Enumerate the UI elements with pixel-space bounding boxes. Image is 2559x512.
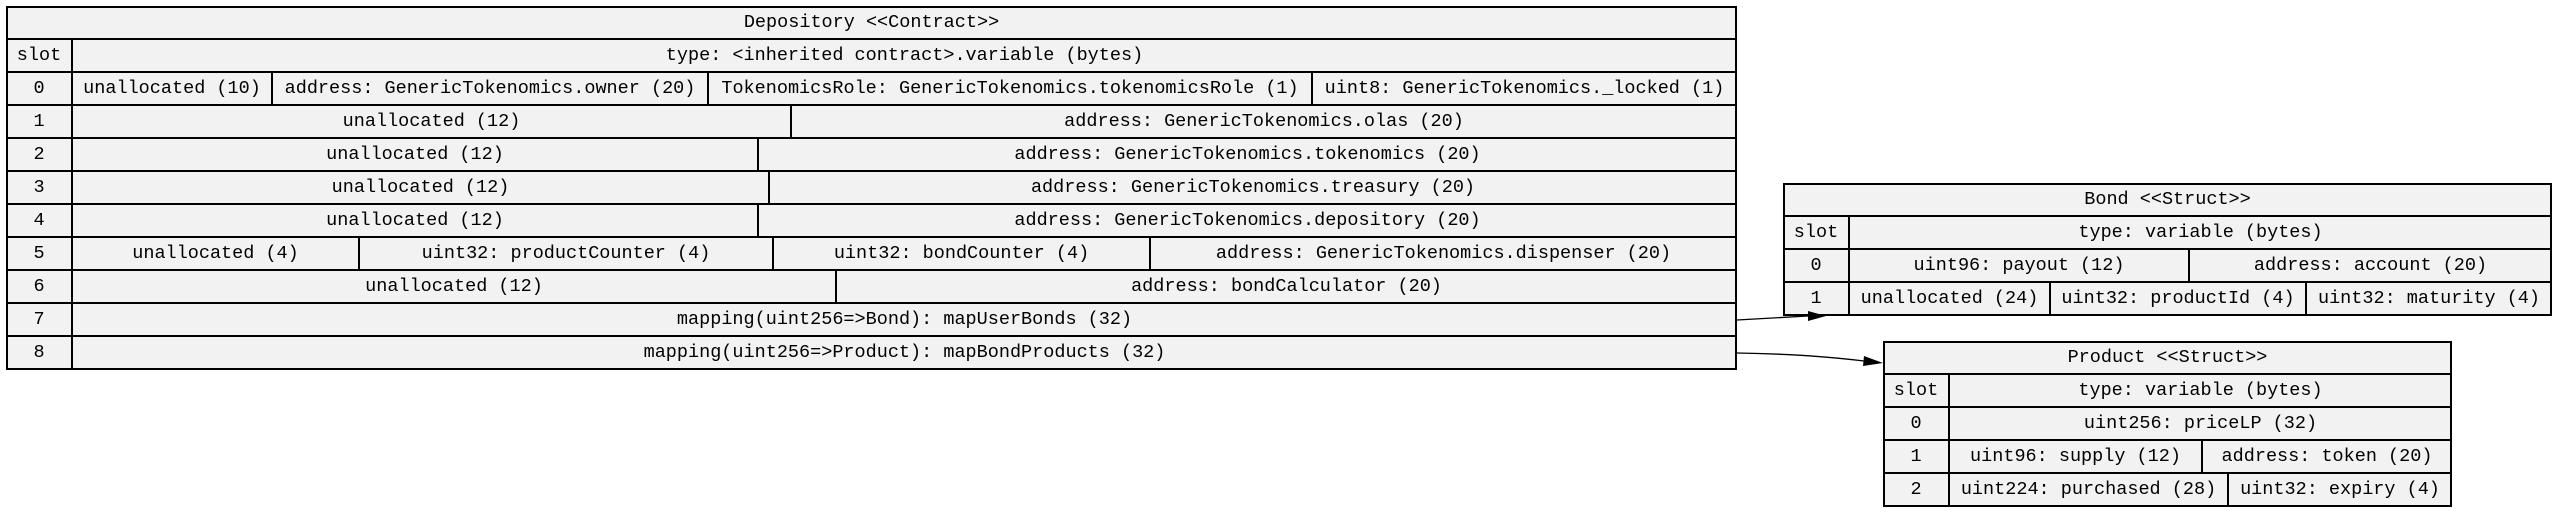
bond-mapping-connector: [1736, 315, 1809, 321]
arrowhead-icon: [1863, 356, 1883, 366]
connector-edges: [1736, 311, 1883, 366]
product-mapping-connector: [1736, 352, 1865, 362]
arrowhead-icon: [1808, 311, 1826, 321]
